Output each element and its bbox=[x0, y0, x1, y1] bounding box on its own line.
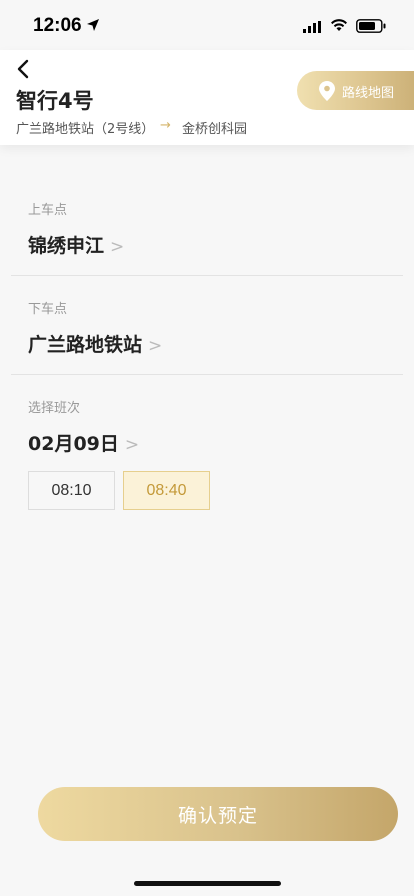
confirm-booking-button[interactable]: 确认预定 bbox=[38, 787, 398, 841]
wifi-icon bbox=[331, 19, 347, 31]
chevron-right-icon: > bbox=[124, 435, 140, 455]
schedule-label: 选择班次 bbox=[28, 401, 81, 416]
divider bbox=[11, 275, 403, 276]
divider bbox=[11, 374, 403, 375]
time-option-0810[interactable]: 08:10 bbox=[28, 471, 115, 510]
chevron-right-icon: > bbox=[110, 237, 125, 257]
dropoff-value: 广兰路地铁站 bbox=[28, 334, 143, 356]
pickup-label: 上车点 bbox=[28, 203, 68, 218]
dropoff-selector[interactable]: 广兰路地铁站 > bbox=[28, 330, 162, 357]
date-selector[interactable]: 02月09日 > bbox=[28, 429, 139, 456]
map-pin-icon bbox=[319, 81, 335, 101]
status-time: 12:06 bbox=[33, 15, 82, 36]
time-option-0840-selected[interactable]: 08:40 bbox=[123, 471, 210, 510]
home-indicator bbox=[134, 881, 281, 886]
chevron-right-icon: > bbox=[148, 336, 163, 356]
dropoff-label: 下车点 bbox=[28, 302, 68, 317]
route-arrow-icon: → bbox=[160, 118, 171, 133]
route-map-button[interactable]: 路线地图 bbox=[297, 71, 414, 110]
battery-icon bbox=[356, 19, 386, 33]
route-title: 智行4号 bbox=[16, 89, 94, 113]
route-header: 智行4号 广兰路地铁站（2号线） → 金桥创科园 路线地图 bbox=[0, 50, 414, 145]
pickup-value: 锦绣申江 bbox=[28, 235, 105, 257]
route-origin: 广兰路地铁站（2号线） bbox=[16, 122, 155, 137]
location-arrow-icon bbox=[87, 19, 99, 31]
back-arrow-icon[interactable] bbox=[14, 58, 34, 80]
cellular-signal-icon bbox=[303, 21, 321, 33]
route-map-label: 路线地图 bbox=[342, 86, 395, 101]
status-bar: 12:06 bbox=[0, 0, 414, 50]
pickup-selector[interactable]: 锦绣申江 > bbox=[28, 231, 124, 258]
date-value: 02月09日 bbox=[28, 433, 119, 455]
route-destination: 金桥创科园 bbox=[182, 122, 248, 137]
